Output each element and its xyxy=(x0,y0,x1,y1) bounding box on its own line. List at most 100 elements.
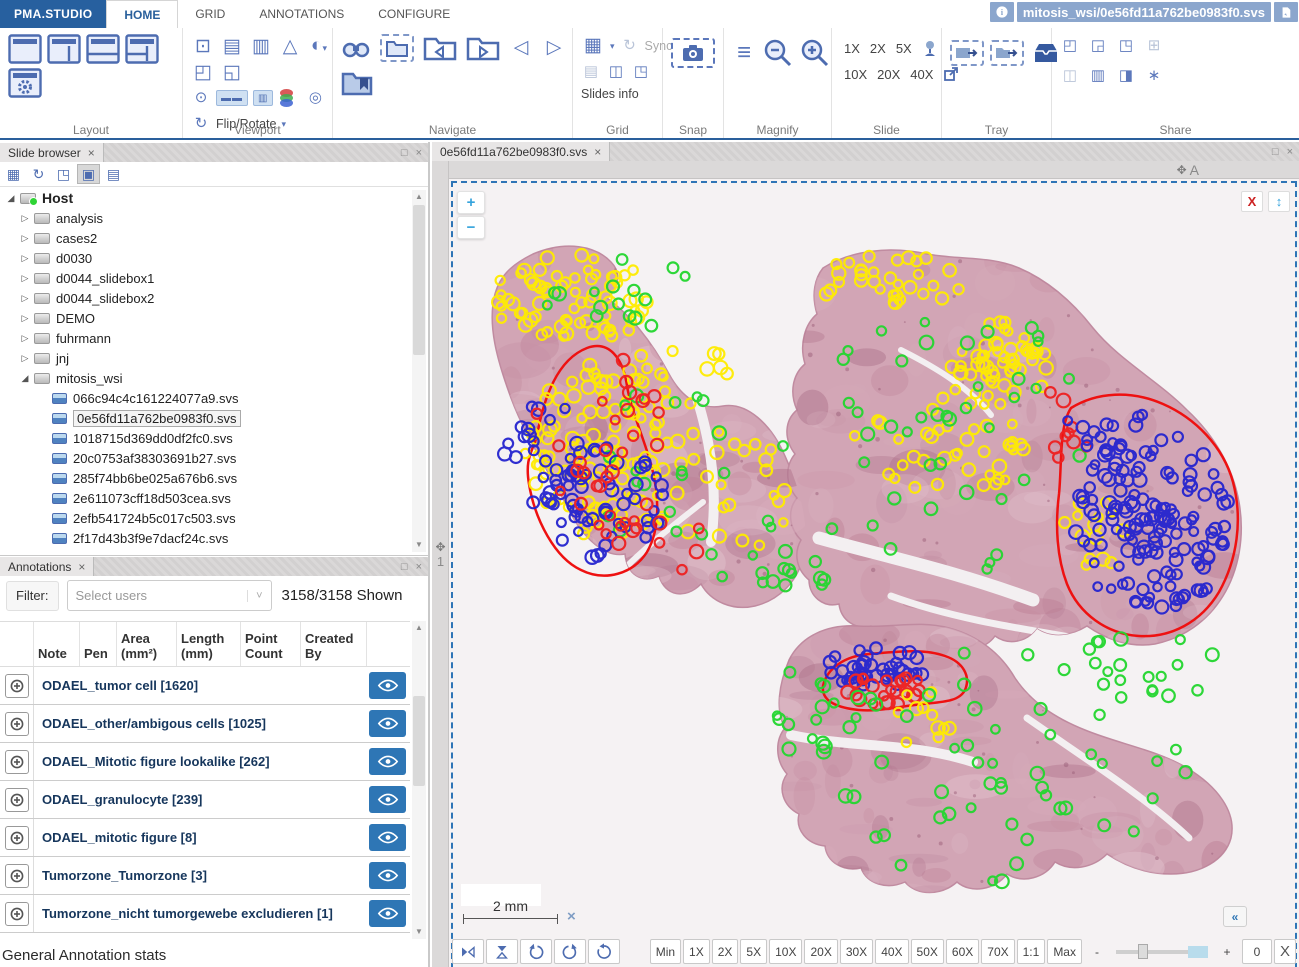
annotation-circle-green[interactable] xyxy=(1116,692,1126,702)
zoom-preset-10x[interactable]: 10X xyxy=(769,939,802,964)
tracking-icon[interactable]: △ xyxy=(278,35,302,59)
tree-item-label[interactable]: 2e611073cff18d503cea.svs xyxy=(73,491,231,506)
expand-annotation-button[interactable] xyxy=(5,902,29,926)
annotation-circle-green[interactable] xyxy=(1103,667,1112,676)
visibility-eye-button[interactable] xyxy=(369,710,406,737)
annotation-circle-yellow[interactable] xyxy=(700,362,713,375)
annotation-circle-blue[interactable] xyxy=(498,447,511,460)
tree-item-d0044_slidebox2[interactable]: ▷ d0044_slidebox2 xyxy=(0,288,411,308)
annotation-class-label[interactable]: ODAEL_Mitotic figure lookalike [262] xyxy=(34,754,369,769)
zoom-preset-20x[interactable]: 20X xyxy=(804,939,837,964)
column-header-point-count[interactable]: Point Count xyxy=(241,622,301,666)
session-grid-icon[interactable]: ◱ xyxy=(220,61,244,85)
filmstrip-toggle-icon[interactable]: ▬▬ xyxy=(216,90,248,106)
tree-item-0e56fd11a762be0983f0.svs[interactable]: 0e56fd11a762be0983f0.svs xyxy=(0,408,411,428)
annotation-circle-green[interactable] xyxy=(1162,690,1175,703)
refresh-icon[interactable]: ↻ xyxy=(27,164,50,184)
annotation-circle-green[interactable] xyxy=(1022,649,1033,660)
tree-item-label[interactable]: DEMO xyxy=(56,311,95,326)
expand-annotation-button[interactable] xyxy=(5,750,29,774)
collapse-panel-button[interactable]: « xyxy=(1223,906,1247,927)
scroll-down-icon[interactable]: ▼ xyxy=(412,538,426,552)
annotations-maximize-icon[interactable]: □ xyxy=(401,561,408,573)
zoom-preset-5x[interactable]: 5X xyxy=(740,939,767,964)
slide-browser-tab[interactable]: Slide browser× xyxy=(0,143,104,162)
visibility-eye-button[interactable] xyxy=(369,672,406,699)
zoom-preset-2x[interactable]: 2X xyxy=(712,939,739,964)
viewer-tab-close-icon[interactable]: × xyxy=(594,145,601,159)
layout-right-bottom-icon[interactable] xyxy=(125,34,159,64)
annotations-close-icon[interactable]: × xyxy=(416,561,422,573)
annotation-circle-green[interactable] xyxy=(1206,648,1219,661)
brand-tab[interactable]: PMA.STUDIO xyxy=(0,0,106,28)
annotations-tab[interactable]: Annotations× xyxy=(0,557,94,576)
previous-slide-icon[interactable]: ◁ xyxy=(509,36,533,60)
expand-annotation-button[interactable] xyxy=(5,712,29,736)
layout-settings-icon[interactable] xyxy=(8,68,42,98)
annotation-class-label[interactable]: ODAEL_tumor cell [1620] xyxy=(34,678,369,693)
select-region-icon[interactable]: ⊡ xyxy=(191,35,215,59)
tree-item-jnj[interactable]: ▷jnj xyxy=(0,348,411,368)
webcam-icon[interactable]: ◎ xyxy=(305,86,325,110)
tree-item-DEMO[interactable]: ▷DEMO xyxy=(0,308,411,328)
zoom-preset-50x[interactable]: 50X xyxy=(911,939,944,964)
scrollbar-thumb[interactable] xyxy=(413,696,425,786)
zoom-preset-1x[interactable]: 1X xyxy=(683,939,710,964)
tree-item-label[interactable]: 20c0753af38303691b27.svs xyxy=(73,451,236,466)
zoom-in-icon[interactable] xyxy=(800,38,830,68)
tree-item-066c94c4c161224077a9.svs[interactable]: 066c94c4c161224077a9.svs xyxy=(0,388,411,408)
tree-item-label[interactable]: jnj xyxy=(56,351,69,366)
viewer-slide-tab[interactable]: 0e56fd11a762be0983f0.svs× xyxy=(432,142,610,161)
brightness-contrast-icon[interactable]: ◐▾ xyxy=(307,34,331,60)
share-barcode-icon[interactable]: ▥ xyxy=(1088,64,1108,88)
tree-item-cases2[interactable]: ▷cases2 xyxy=(0,228,411,248)
tree-item-label[interactable]: 2f17d43b3f9e7dacf24c.svs xyxy=(73,531,228,546)
tree-item-20c0753af38303691b27.svs[interactable]: 20c0753af38303691b27.svs xyxy=(0,448,411,468)
tree-item-2e611073cff18d503cea.svs[interactable]: 2e611073cff18d503cea.svs xyxy=(0,488,411,508)
share-folder-icon[interactable]: ◰ xyxy=(1060,34,1080,58)
tree-item-label[interactable]: d0044_slidebox2 xyxy=(56,291,154,306)
annotation-circle-green[interactable] xyxy=(1173,660,1183,670)
tree-item-fuhrmann[interactable]: ▷fuhrmann xyxy=(0,328,411,348)
zoom-preset-60x[interactable]: 60X xyxy=(946,939,979,964)
expand-arrow-icon[interactable]: ▷ xyxy=(18,233,32,244)
tab-grid[interactable]: GRID xyxy=(178,0,242,28)
measure-icon[interactable]: ▥ xyxy=(249,35,273,59)
tree-item-label[interactable]: 0e56fd11a762be0983f0.svs xyxy=(73,410,241,427)
annotation-circle-green[interactable] xyxy=(617,254,628,265)
share-link-icon[interactable]: ∗ xyxy=(1144,64,1164,88)
zoom-preset-max[interactable]: Max xyxy=(1047,939,1082,964)
expand-annotation-button[interactable] xyxy=(5,864,29,888)
annotation-circle-green[interactable] xyxy=(1090,658,1101,669)
objective-10x[interactable]: 10X xyxy=(844,67,867,82)
annotation-class-label[interactable]: Tumorzone_Tumorzone [3] xyxy=(34,868,369,883)
slides-info-button[interactable]: Slides info xyxy=(581,87,639,101)
grid-dropdown-icon[interactable]: ▾ xyxy=(610,41,615,52)
rotation-plus-button[interactable]: + xyxy=(1214,939,1240,964)
grid-mode-icon[interactable]: ▦ xyxy=(581,34,605,58)
tree-item-label[interactable]: mitosis_wsi xyxy=(56,371,122,386)
share-monitor-icon[interactable]: ◨ xyxy=(1116,64,1136,88)
tab-annotations[interactable]: ANNOTATIONS xyxy=(242,0,361,28)
add-folder-to-tray-icon[interactable] xyxy=(990,40,1024,66)
zoom-preset-70x[interactable]: 70X xyxy=(981,939,1014,964)
expand-annotation-button[interactable] xyxy=(5,788,29,812)
expand-arrow-icon[interactable]: ▷ xyxy=(18,253,32,264)
rotation-minus-button[interactable]: - xyxy=(1084,939,1110,964)
find-slide-icon[interactable] xyxy=(341,36,371,60)
viewport-zoom-out-button[interactable]: − xyxy=(457,216,485,239)
annotation-circle-yellow[interactable] xyxy=(668,346,678,356)
expand-arrow-icon[interactable]: ▷ xyxy=(18,293,32,304)
slide-browser-tab-close-icon[interactable]: × xyxy=(88,146,95,160)
expand-annotation-button[interactable] xyxy=(5,674,29,698)
layout-single-icon[interactable] xyxy=(8,34,42,64)
grid-expand-icon[interactable]: ◳ xyxy=(631,60,651,84)
flip-vertical-button[interactable] xyxy=(486,939,518,964)
column-header-pen[interactable]: Pen xyxy=(80,622,117,666)
next-slide-icon[interactable]: ▷ xyxy=(542,36,566,60)
tree-item-label[interactable]: d0030 xyxy=(56,251,92,266)
tree-item-label[interactable]: 1018715d369dd0df2fc0.svs xyxy=(73,431,233,446)
barcode-toggle-icon[interactable]: ▥ xyxy=(253,90,273,106)
rotation-value[interactable]: 0 xyxy=(1242,939,1272,964)
annotations-scrollbar[interactable]: ▲ ▼ xyxy=(412,621,426,939)
